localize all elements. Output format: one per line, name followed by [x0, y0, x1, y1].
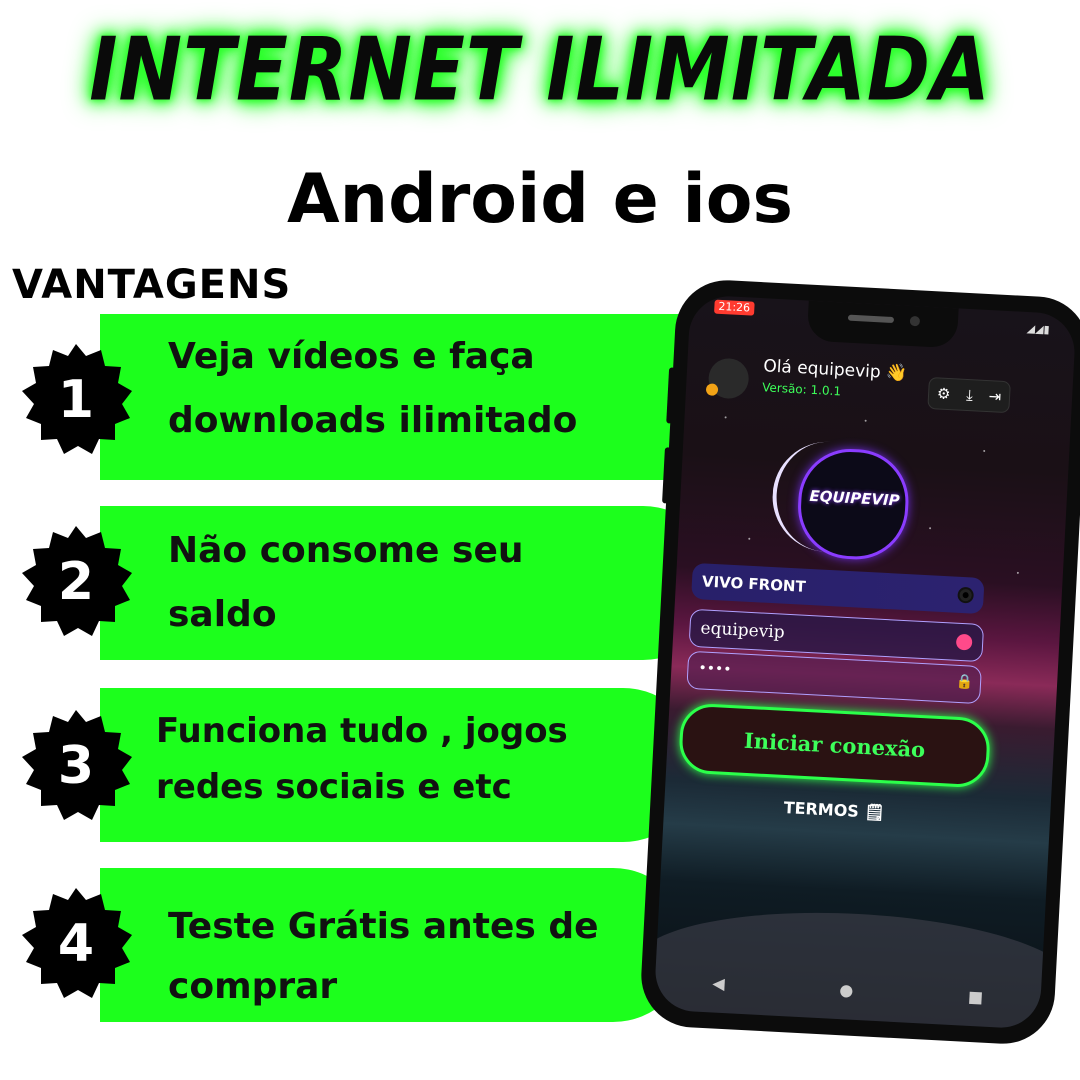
- server-select[interactable]: VIVO FRONT: [691, 562, 985, 615]
- page-subtitle: Android e ios: [287, 160, 793, 239]
- speaker-grille: [847, 314, 895, 324]
- badge-2: 2: [18, 524, 134, 640]
- password-value: ••••: [698, 660, 732, 679]
- advantage-1-line1: Veja vídeos e faça: [168, 336, 535, 377]
- server-name: VIVO FRONT: [701, 572, 807, 596]
- app-toolbar: ⚙ ⤓ ⇥: [927, 376, 1011, 414]
- back-icon[interactable]: ◀: [712, 973, 725, 993]
- gear-icon[interactable]: ⚙: [937, 384, 951, 403]
- logout-icon[interactable]: ⇥: [988, 387, 1002, 406]
- advantage-4-line1: Teste Grátis antes de: [168, 906, 599, 947]
- phone-mockup: 21:26 ◢◢▮ Olá equipevip 👋 Versão: 1.0.1 …: [638, 277, 1080, 1047]
- home-icon[interactable]: ●: [839, 980, 854, 1000]
- username-value: equipevip: [700, 618, 786, 643]
- badge-4: 4: [18, 886, 134, 1002]
- radio-selected-icon[interactable]: [957, 586, 975, 604]
- phone-notch: [806, 300, 959, 349]
- advantage-2-line1: Não consome seu: [168, 530, 524, 571]
- badge-number-1: 1: [57, 370, 95, 430]
- section-label: VANTAGENS: [12, 262, 292, 308]
- badge-3: 3: [18, 708, 134, 824]
- front-camera-icon: [909, 315, 921, 327]
- badge-number-3: 3: [57, 736, 95, 796]
- lock-icon: 🔒: [955, 673, 974, 691]
- recents-icon[interactable]: ■: [968, 986, 984, 1006]
- user-icon: [955, 633, 973, 651]
- advantage-4-line2: comprar: [168, 966, 338, 1007]
- advantage-3-line1: Funciona tudo , jogos: [156, 711, 568, 751]
- status-time: 21:26: [714, 299, 755, 316]
- advantage-2-line2: saldo: [168, 594, 277, 635]
- badge-number-4: 4: [57, 914, 95, 974]
- advantage-3-line2: redes sociais e etc: [156, 767, 512, 807]
- greeting-text: Olá equipevip 👋: [762, 356, 908, 384]
- connect-button[interactable]: Iniciar conexão: [677, 702, 992, 789]
- version-text: Versão: 1.0.1: [761, 380, 842, 399]
- phone-screen: 21:26 ◢◢▮ Olá equipevip 👋 Versão: 1.0.1 …: [653, 294, 1077, 1030]
- page-title: INTERNET ILIMITADA: [89, 18, 991, 121]
- download-icon[interactable]: ⤓: [966, 386, 974, 404]
- badge-1: 1: [18, 342, 134, 458]
- advantage-1-line2: downloads ilimitado: [168, 400, 578, 441]
- badge-number-2: 2: [57, 552, 95, 612]
- signal-battery-icon: ◢◢▮: [1026, 322, 1050, 337]
- terms-link[interactable]: TERMOS 🗒: [764, 797, 905, 823]
